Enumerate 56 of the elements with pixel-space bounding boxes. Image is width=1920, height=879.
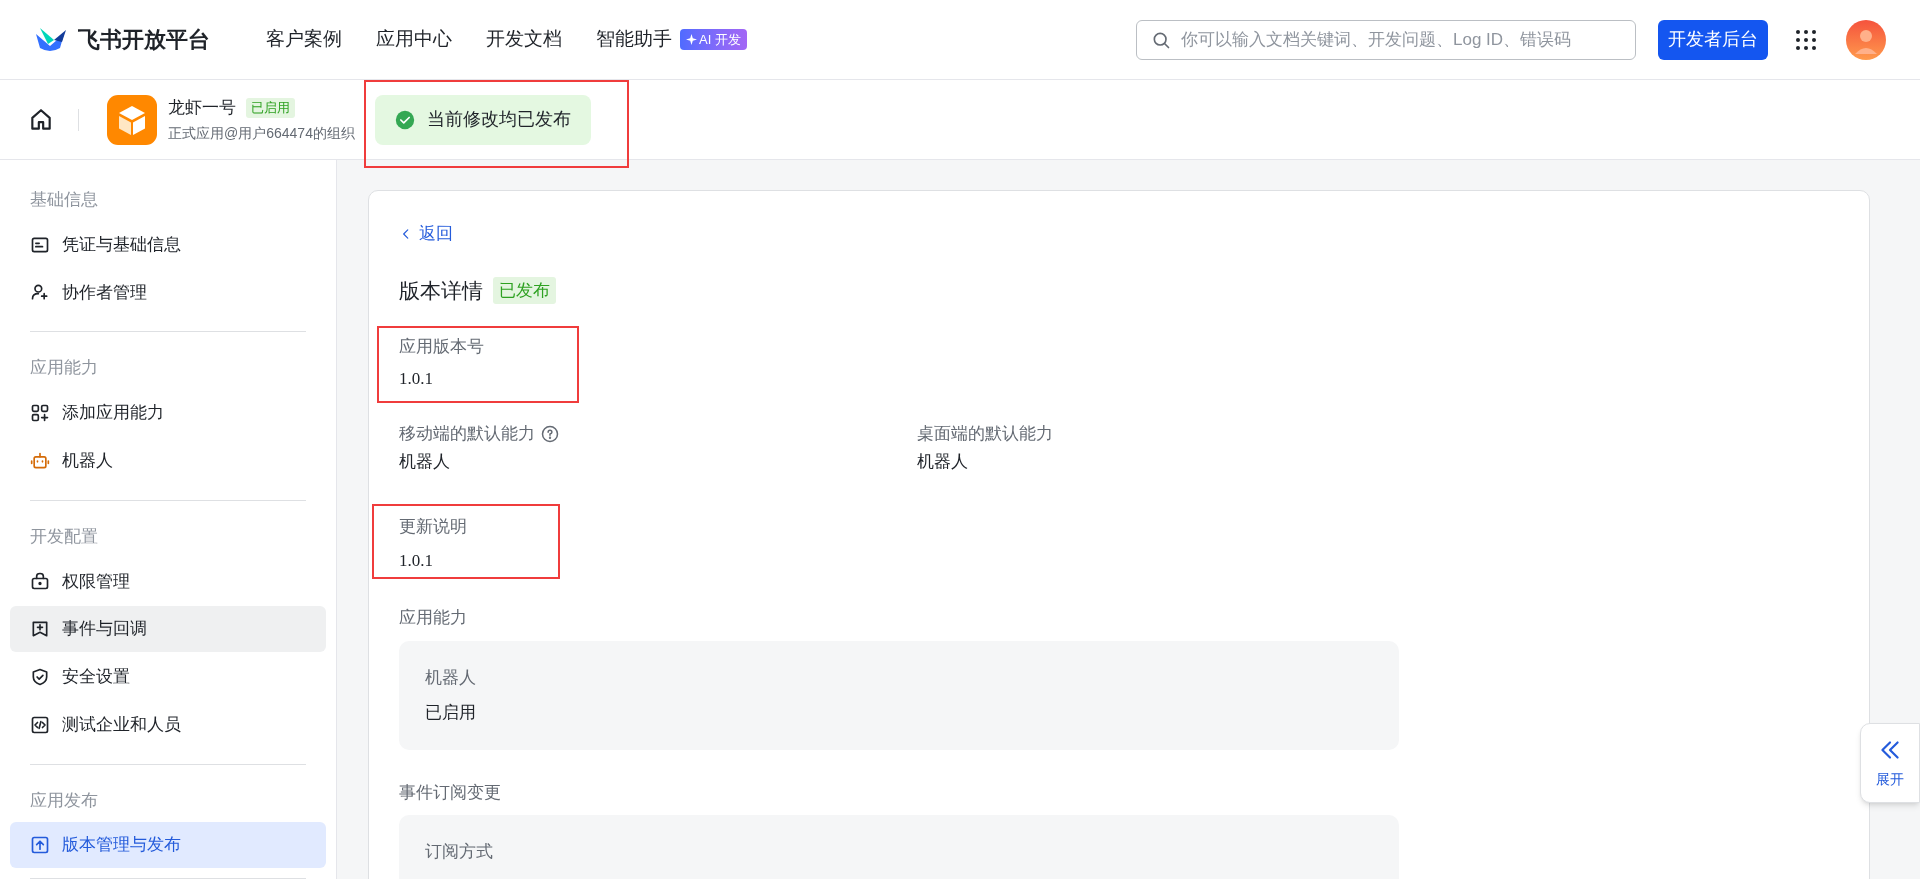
field-label: 移动端的默认能力	[399, 423, 535, 445]
sidebar-item[interactable]: 添加应用能力	[10, 390, 326, 436]
nav-link[interactable]: 智能助手 AI 开发	[596, 25, 747, 54]
avatar[interactable]	[1846, 19, 1886, 60]
app-icon	[107, 94, 157, 145]
upload-icon	[30, 835, 50, 856]
sidebar-item[interactable]: 协作者管理	[10, 269, 326, 316]
group-title: 应用发布	[29, 789, 99, 812]
field-value: 机器人	[399, 450, 451, 473]
sidebar-item[interactable]: 安全设置	[10, 654, 326, 700]
ai-badge: AI 开发	[680, 28, 747, 51]
brand-name: 飞书开放平台	[78, 26, 210, 54]
console-button[interactable]: 开发者后台	[1658, 19, 1768, 60]
nav-link[interactable]: 开发文档	[486, 25, 562, 54]
sidebar-item[interactable]: 测试企业和人员	[10, 701, 326, 748]
field-label: 应用版本号	[399, 336, 484, 358]
page-title: 版本详情	[399, 277, 483, 304]
add-grid-icon	[30, 403, 50, 423]
search-field[interactable]: 你可以输入文档关键词、开发问题、Log ID、错误码	[1136, 19, 1636, 60]
check-circle-icon	[394, 109, 415, 130]
field-label: 订阅方式	[425, 841, 494, 863]
sidebar-item[interactable]: 权限管理	[10, 558, 326, 605]
group-title: 基础信息	[29, 189, 99, 212]
group-title: 应用能力	[29, 357, 99, 380]
nav-link[interactable]: 应用中心	[376, 25, 452, 54]
lock-icon	[30, 571, 50, 592]
field-label: 桌面端的默认能力	[917, 423, 1053, 445]
logo-icon[interactable]	[34, 25, 68, 54]
success-toast: 当前修改均已发布	[374, 94, 591, 145]
field-label: 更新说明	[399, 516, 467, 538]
nav-link[interactable]: 客户案例	[266, 25, 342, 54]
status-tag: 已启用	[246, 98, 295, 118]
sidebar-item[interactable]: 凭证与基础信息	[10, 221, 326, 268]
field-value: 机器人	[917, 450, 969, 473]
field-value: 1.0.1	[399, 549, 434, 572]
home-icon	[28, 106, 54, 133]
back-link[interactable]: 返回	[399, 221, 453, 247]
field-label: 机器人	[425, 666, 477, 689]
app-subtitle: 正式应用@用户664474的组织	[168, 123, 355, 143]
field-value: 1.0.1	[399, 367, 434, 390]
sidebar-item[interactable]: 事件与回调	[10, 606, 326, 652]
field-value: 已启用	[425, 702, 477, 724]
help-icon	[541, 424, 559, 443]
section-title: 应用能力	[399, 607, 468, 629]
sidebar-item[interactable]: 机器人	[10, 437, 326, 484]
group-title: 开发配置	[29, 525, 99, 548]
code-icon	[30, 714, 50, 735]
apps-grid-icon[interactable]	[1794, 27, 1818, 52]
app-name: 龙虾一号	[168, 97, 236, 120]
sidebar-item[interactable]: 版本管理与发布	[10, 822, 326, 869]
add-user-icon	[30, 282, 50, 303]
status-tag: 已发布	[493, 276, 556, 304]
robot-icon	[30, 450, 50, 471]
section-title: 事件订阅变更	[399, 781, 502, 804]
shield-check-icon	[30, 666, 50, 687]
expand-button[interactable]: 展开	[1860, 723, 1920, 803]
